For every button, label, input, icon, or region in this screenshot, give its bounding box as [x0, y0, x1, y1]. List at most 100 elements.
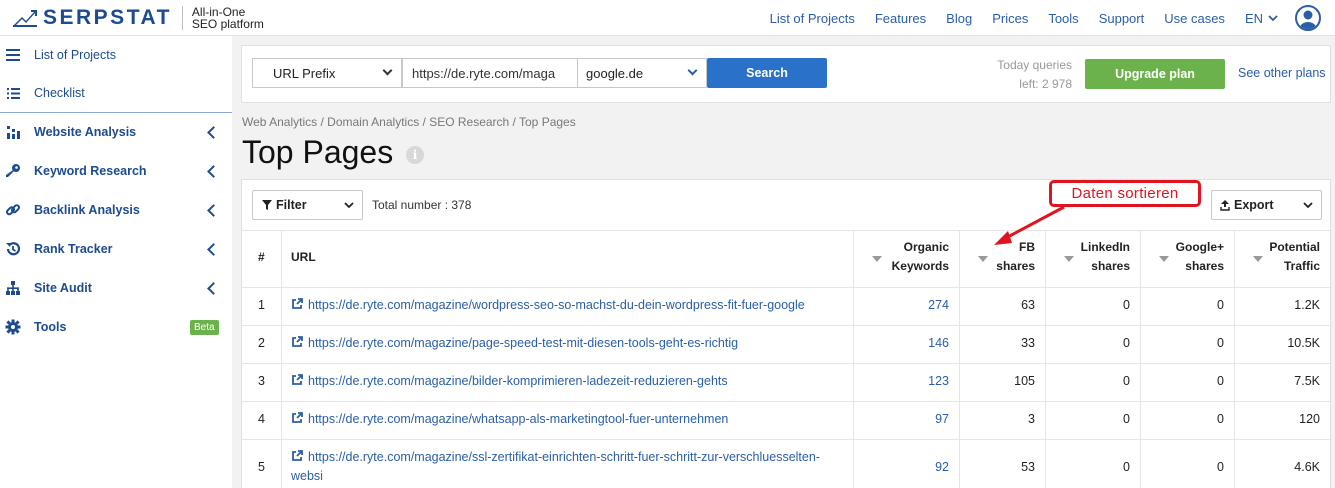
- page-url-link[interactable]: https://de.ryte.com/magazine/whatsapp-al…: [291, 410, 846, 429]
- chevron-left-icon: [207, 125, 220, 139]
- organic-keywords-link[interactable]: 146: [928, 336, 949, 350]
- nav-support[interactable]: Support: [1099, 11, 1145, 26]
- info-icon[interactable]: i: [406, 146, 424, 164]
- potential-traffic-value: 4.6K: [1294, 460, 1320, 474]
- url-input[interactable]: https://de.ryte.com/maga: [402, 58, 578, 88]
- table-divider: [242, 363, 1332, 364]
- brand-tagline: All-in-One SEO platform: [192, 6, 264, 30]
- linkedin-shares-value: 0: [1123, 298, 1130, 312]
- organic-keywords-link[interactable]: 274: [928, 298, 949, 312]
- total-number: Total number : 378: [372, 198, 472, 212]
- linkedin-shares-value: 0: [1123, 336, 1130, 350]
- queries-label: Today queries: [997, 58, 1072, 72]
- column-divider: [959, 230, 960, 488]
- export-button[interactable]: Export: [1211, 190, 1322, 220]
- nav-blog[interactable]: Blog: [946, 11, 972, 26]
- column-header-url: URL: [291, 250, 316, 264]
- url-input-value: https://de.ryte.com/maga: [412, 65, 556, 81]
- search-engine-select[interactable]: google.de: [577, 58, 707, 88]
- header-line-1: Organic: [903, 240, 949, 254]
- linkedin-shares-value: 0: [1123, 460, 1130, 474]
- page-url-link[interactable]: https://de.ryte.com/magazine/page-speed-…: [291, 334, 846, 353]
- see-other-plans-link[interactable]: See other plans: [1238, 66, 1326, 80]
- sort-icon: [872, 256, 882, 262]
- filter-button[interactable]: Filter: [252, 190, 363, 220]
- search-engine-value: google.de: [586, 65, 644, 81]
- sidebar-item-label: Keyword Research: [34, 164, 147, 178]
- external-link-icon: [292, 374, 303, 385]
- sidebar-item-backlink-analysis[interactable]: Backlink Analysis: [0, 191, 232, 229]
- sidebar-item-label: Site Audit: [34, 281, 92, 295]
- language-selector[interactable]: EN: [1245, 11, 1279, 26]
- breadcrumb[interactable]: Web Analytics / Domain Analytics / SEO R…: [242, 115, 576, 129]
- sidebar-item-checklist[interactable]: Checklist: [0, 74, 232, 112]
- nav-prices[interactable]: Prices: [992, 11, 1028, 26]
- chart-icon: [5, 124, 21, 140]
- external-link-icon: [292, 336, 303, 347]
- search-button[interactable]: Search: [707, 58, 827, 88]
- annotation-callout: Daten sortieren: [1049, 180, 1201, 207]
- sidebar-item-rank-tracker[interactable]: Rank Tracker: [0, 230, 232, 268]
- page-url-link[interactable]: https://de.ryte.com/magazine/ssl-zertifi…: [291, 448, 846, 488]
- column-divider: [1045, 230, 1046, 488]
- url-text: https://de.ryte.com/magazine/page-speed-…: [308, 336, 739, 350]
- header-line-1: FB: [1019, 240, 1035, 254]
- chevron-down-icon: [1268, 15, 1278, 22]
- sidebar-item-website-analysis[interactable]: Website Analysis: [0, 113, 232, 151]
- table-divider: [242, 439, 1332, 440]
- google-plus-shares-value: 0: [1217, 460, 1224, 474]
- page-url-link[interactable]: https://de.ryte.com/magazine/bilder-komp…: [291, 372, 846, 391]
- tagline-line-2: SEO platform: [191, 16, 264, 31]
- google-plus-shares-value: 0: [1217, 298, 1224, 312]
- row-number: 3: [258, 374, 265, 388]
- url-text: https://de.ryte.com/magazine/wordpress-s…: [308, 298, 805, 312]
- top-nav: List of Projects Features Blog Prices To…: [770, 0, 1335, 36]
- table-divider: [242, 287, 1332, 288]
- header-line-2: Keywords: [891, 259, 949, 273]
- filter-label: Filter: [276, 198, 307, 212]
- sort-icon: [978, 256, 988, 262]
- organic-keywords-link[interactable]: 123: [928, 374, 949, 388]
- chevron-down-icon: [382, 65, 393, 76]
- serpstat-logo[interactable]: SERPSTAT All-in-One SEO platform: [12, 5, 264, 30]
- table-divider: [242, 230, 1332, 231]
- google-plus-shares-value: 0: [1217, 336, 1224, 350]
- row-number: 1: [258, 298, 265, 312]
- nav-use-cases[interactable]: Use cases: [1164, 11, 1225, 26]
- top-pages-table-panel: Filter Total number : 378 Export # URL O…: [241, 179, 1332, 488]
- potential-traffic-value: 7.5K: [1294, 374, 1320, 388]
- chevron-left-icon: [207, 281, 220, 295]
- user-avatar[interactable]: [1295, 5, 1321, 31]
- header-line-2: Traffic: [1283, 259, 1320, 273]
- page-url-link[interactable]: https://de.ryte.com/magazine/wordpress-s…: [291, 296, 846, 315]
- potential-traffic-value: 10.5K: [1287, 336, 1320, 350]
- search-mode-select[interactable]: URL Prefix: [252, 58, 402, 88]
- linkedin-shares-value: 0: [1123, 374, 1130, 388]
- search-mode-value: URL Prefix: [273, 65, 336, 81]
- link-icon: [5, 202, 21, 218]
- logo-mark-icon: [13, 9, 37, 27]
- sidebar-item-tools[interactable]: Tools Beta: [0, 308, 232, 346]
- column-divider: [1234, 230, 1235, 488]
- nav-features[interactable]: Features: [875, 11, 926, 26]
- sidebar-item-label: Tools: [34, 320, 67, 334]
- sitemap-icon: [5, 280, 21, 296]
- sidebar-item-keyword-research[interactable]: Keyword Research: [0, 152, 232, 190]
- sidebar-item-site-audit[interactable]: Site Audit: [0, 269, 232, 307]
- search-panel: URL Prefix https://de.ryte.com/maga goog…: [241, 45, 1331, 103]
- chevron-down-icon: [687, 65, 698, 76]
- menu-icon: [5, 47, 21, 63]
- header-line-1: Google+: [1175, 240, 1224, 254]
- nav-list-of-projects[interactable]: List of Projects: [770, 11, 855, 26]
- organic-keywords-link[interactable]: 92: [935, 460, 949, 474]
- organic-keywords-link[interactable]: 97: [935, 412, 949, 426]
- sidebar-item-list-of-projects[interactable]: List of Projects: [0, 36, 232, 74]
- upgrade-plan-button[interactable]: Upgrade plan: [1085, 59, 1225, 89]
- language-label: EN: [1244, 10, 1263, 26]
- header-line-2: shares: [1091, 259, 1130, 273]
- sidebar: List of Projects Checklist Website Analy…: [0, 36, 232, 488]
- external-link-icon: [292, 412, 303, 423]
- nav-tools[interactable]: Tools: [1048, 11, 1078, 26]
- sidebar-item-label: Backlink Analysis: [34, 203, 140, 217]
- header-line-2: shares: [1185, 259, 1224, 273]
